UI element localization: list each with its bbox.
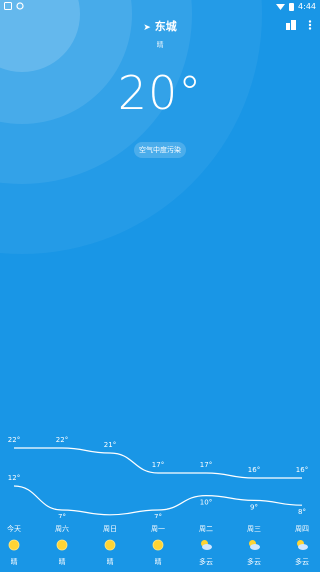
status-time: 4:44	[298, 2, 316, 11]
current-temperature: 20°	[117, 66, 203, 120]
battery-icon	[289, 2, 295, 11]
forecast-condition: 晴	[10, 558, 18, 566]
notification-square-icon	[4, 2, 12, 10]
forecast-day-name: 今天	[7, 525, 21, 533]
forecast-day-name: 周一	[151, 525, 165, 533]
high-temp-label: 16°	[248, 466, 260, 474]
aqi-badge[interactable]: 空气中度污染	[134, 142, 186, 158]
wifi-icon	[276, 4, 286, 10]
more-menu-icon[interactable]	[308, 20, 312, 30]
forecast-condition: 多云	[295, 558, 309, 566]
forecast-day-name: 周二	[199, 525, 213, 533]
status-bar: 4:44	[0, 0, 320, 14]
forecast-condition: 晴	[58, 558, 66, 566]
sun-icon	[56, 539, 68, 551]
low-temp-label: 10°	[200, 499, 212, 507]
high-temp-label: 17°	[152, 461, 164, 469]
temperature-trend-chart: 22°12°22°7°21°6°17°7°17°10°16°9°16°8°	[8, 436, 308, 518]
sun-icon	[104, 539, 116, 551]
sun-icon	[152, 539, 164, 551]
forecast-day-name: 周六	[55, 525, 69, 533]
low-temp-line	[13, 485, 303, 516]
city-buildings-icon[interactable]	[286, 20, 296, 30]
forecast-condition: 多云	[199, 558, 213, 566]
partly-cloudy-icon	[249, 540, 260, 550]
low-temp-label: 8°	[298, 508, 306, 516]
high-temp-label: 21°	[104, 441, 116, 449]
low-temp-label: 7°	[154, 513, 162, 518]
sun-icon	[8, 539, 20, 551]
forecast-day-name: 周四	[295, 525, 309, 533]
location-arrow-icon: ➤	[143, 23, 151, 33]
high-temp-label: 17°	[200, 461, 212, 469]
high-temp-label: 16°	[296, 466, 308, 474]
location-button[interactable]: ➤ 东城	[0, 18, 320, 34]
forecast-condition: 多云	[247, 558, 261, 566]
forecast-day-name: 周日	[103, 525, 117, 533]
forecast-condition: 晴	[154, 558, 162, 566]
low-temp-label: 7°	[58, 513, 66, 518]
current-condition: 晴	[156, 41, 164, 49]
daily-forecast: 今天晴 周六晴 周日晴 周一晴 周二多云 周三多云 周四多云	[0, 524, 320, 572]
partly-cloudy-icon	[297, 540, 308, 550]
sync-icon	[16, 2, 24, 10]
high-temp-label: 22°	[8, 436, 20, 444]
low-temp-label: 9°	[250, 503, 258, 511]
header: ➤ 东城	[0, 18, 320, 38]
partly-cloudy-icon	[201, 540, 212, 550]
low-temp-label: 12°	[8, 474, 20, 482]
location-name: 东城	[154, 20, 177, 33]
forecast-condition: 晴	[106, 558, 114, 566]
forecast-day-name: 周三	[247, 525, 261, 533]
high-temp-label: 22°	[56, 436, 68, 444]
